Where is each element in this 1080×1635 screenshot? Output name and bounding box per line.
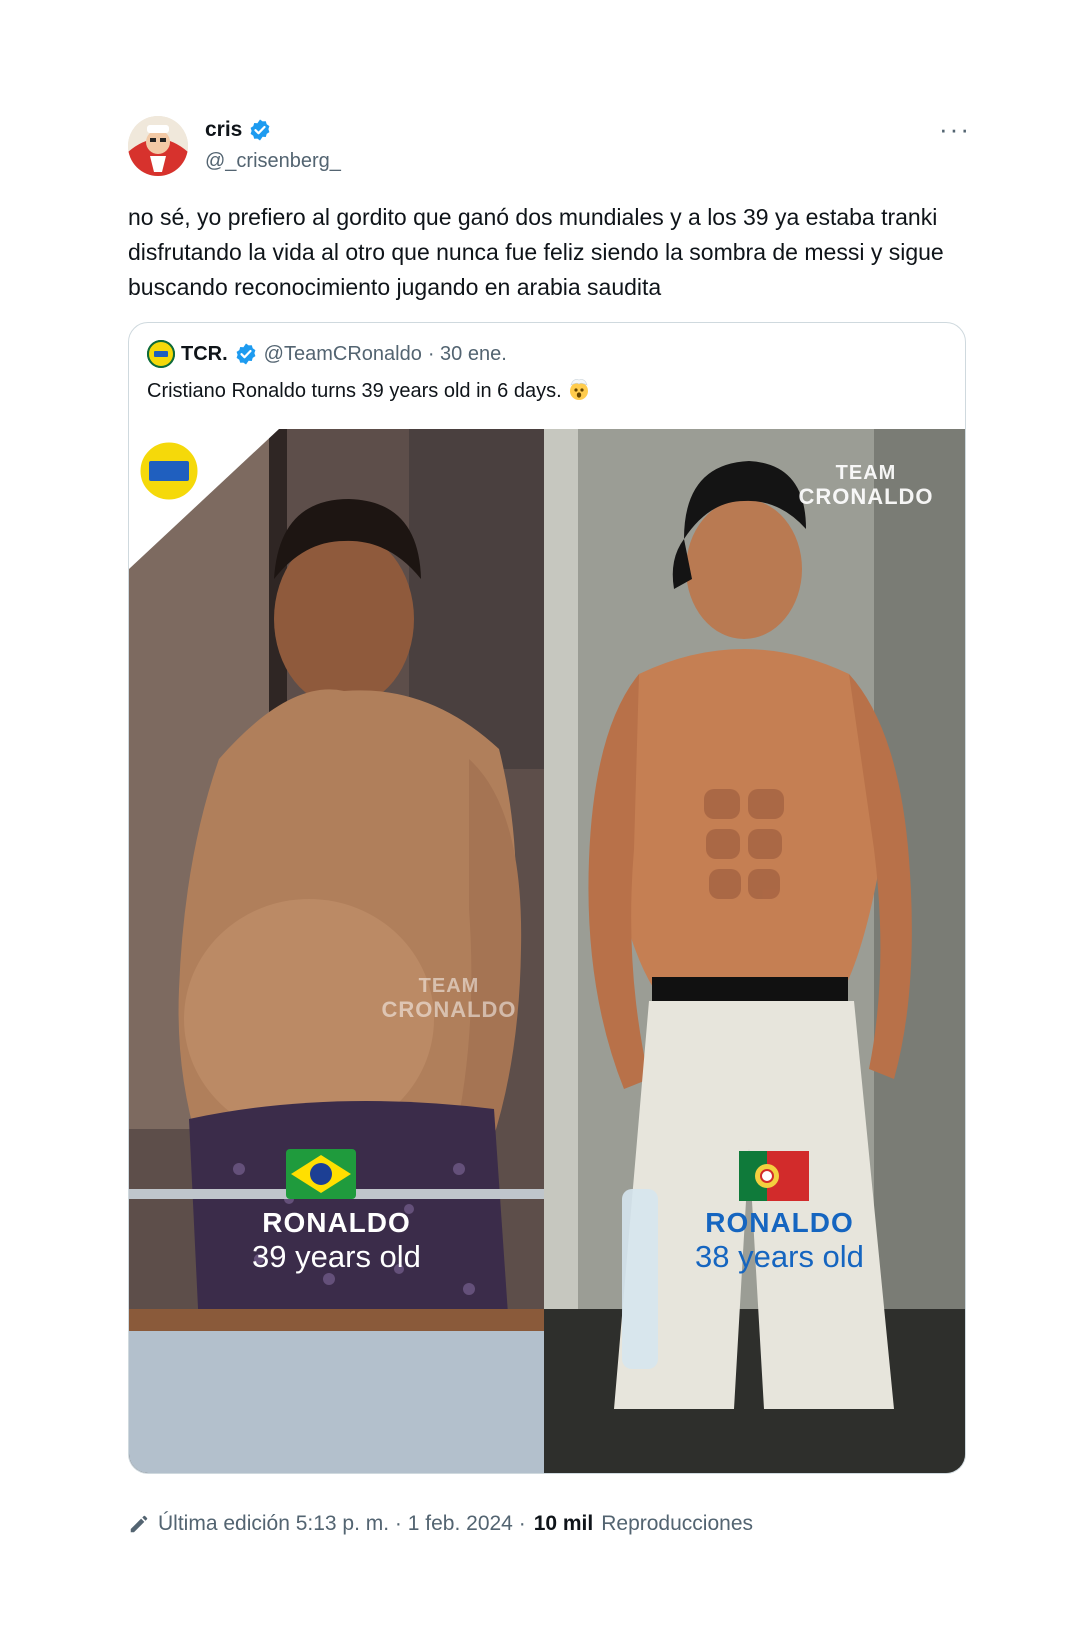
verified-badge-icon — [236, 343, 256, 365]
more-options-button[interactable]: ··· — [935, 116, 975, 148]
right-player-age: 38 years old — [695, 1239, 864, 1274]
right-player-name: RONALDO — [705, 1207, 854, 1238]
more-icon: ··· — [939, 114, 971, 144]
right-photo-illustration — [544, 429, 965, 1473]
left-watermark: TEAM CRONALDO — [364, 974, 534, 1022]
right-watermark: TEAM CRONALDO — [796, 461, 936, 509]
left-player-age: 39 years old — [252, 1239, 421, 1274]
portugal-flag-icon — [739, 1151, 809, 1201]
watermark-line2: CRONALDO — [381, 997, 517, 1022]
quoted-tweet-header: TCR. @TeamCRonaldo · 30 ene. — [147, 339, 507, 369]
watermark-line2: CRONALDO — [798, 484, 934, 509]
tweet-footer: Última edición 5:13 p. m. · 1 feb. 2024 … — [128, 1512, 753, 1536]
views-count: 10 mil — [533, 1512, 594, 1535]
quoted-author-name[interactable]: TCR. — [181, 343, 228, 366]
author-handle[interactable]: @_crisenberg_ — [205, 150, 341, 173]
edited-timestamp[interactable]: Última edición 5:13 p. m. · 1 feb. 2024 … — [158, 1512, 526, 1536]
tweet-media-image[interactable]: TEAM CRONALDO RONALDO 39 years old TEAM … — [129, 429, 965, 1473]
author-name[interactable]: cris — [205, 118, 242, 142]
left-photo-panel: TEAM CRONALDO RONALDO 39 years old — [129, 429, 544, 1473]
edit-pencil-icon — [130, 1515, 148, 1533]
right-photo-panel: TEAM CRONALDO RONALDO 38 years old — [544, 429, 965, 1473]
tweet: cris @_crisenberg_ ··· no sé, yo prefier… — [0, 0, 1080, 1635]
exploding-head-emoji-icon — [570, 379, 589, 400]
verified-badge-icon — [250, 119, 270, 141]
left-player-name: RONALDO — [262, 1207, 411, 1238]
watermark-line1: TEAM — [418, 975, 480, 997]
quoted-author-handle[interactable]: @TeamCRonaldo — [264, 343, 422, 366]
author-avatar[interactable] — [128, 116, 188, 176]
watermark-line1: TEAM — [835, 462, 897, 484]
brazil-flag-icon — [286, 1149, 356, 1199]
quoted-tweet-body: Cristiano Ronaldo turns 39 years old in … — [147, 380, 562, 402]
avatar-illustration — [128, 116, 188, 176]
tcr-logo-icon — [147, 340, 175, 368]
quoted-tweet-date[interactable]: · 30 ene. — [428, 343, 507, 366]
author-name-row[interactable]: cris — [205, 118, 272, 142]
quoted-tweet-text: Cristiano Ronaldo turns 39 years old in … — [147, 377, 591, 403]
left-photo-illustration — [129, 429, 544, 1473]
views-label: Reproducciones — [601, 1512, 753, 1535]
quoted-tweet-card[interactable]: TCR. @TeamCRonaldo · 30 ene. Cristiano R… — [128, 322, 966, 1474]
quoted-author-avatar[interactable] — [147, 340, 175, 368]
tweet-text: no sé, yo prefiero al gordito que ganó d… — [128, 204, 944, 300]
